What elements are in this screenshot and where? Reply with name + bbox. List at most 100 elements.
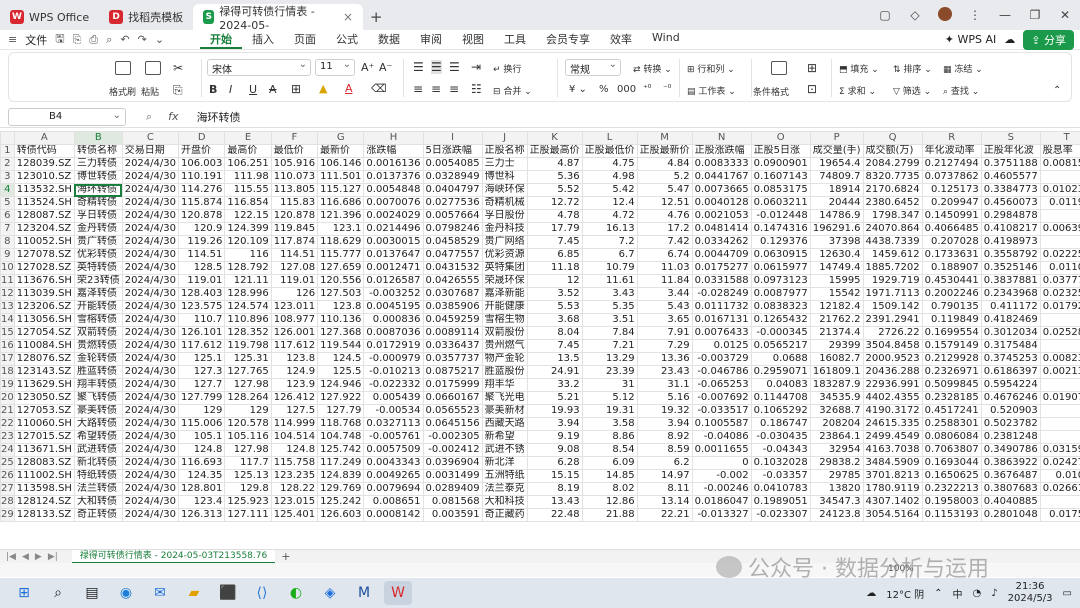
cell[interactable]: -0.046786 <box>691 365 752 379</box>
cell[interactable]: 2024/4/30 <box>121 235 179 249</box>
cell[interactable]: 交易日期 <box>121 144 179 158</box>
cell[interactable]: 0 <box>1039 313 1080 327</box>
cell[interactable]: 8.19 <box>526 482 583 496</box>
cell[interactable]: 2380.6452 <box>862 196 923 210</box>
cell[interactable]: 0.4066485 <box>921 222 982 236</box>
cell[interactable]: 0.1989051 <box>750 495 811 509</box>
cell[interactable]: 114.276 <box>177 183 226 197</box>
cell[interactable]: 0.3525146 <box>980 261 1041 275</box>
notification-icon[interactable]: ▭ <box>1063 588 1072 599</box>
cell[interactable]: 0.0175277 <box>691 261 752 275</box>
currency-icon[interactable]: ¥ ⌄ <box>569 84 587 95</box>
cell[interactable]: 4438.7339 <box>862 235 923 249</box>
cell[interactable]: 24070.864 <box>862 222 923 236</box>
cell[interactable]: 4.98 <box>581 170 638 184</box>
cell[interactable]: 32954 <box>809 443 864 457</box>
cell[interactable]: 33.2 <box>526 378 583 392</box>
format-painter-icon[interactable] <box>115 61 131 75</box>
cell[interactable]: 22936.991 <box>862 378 923 392</box>
cell[interactable]: 贵州燃气 <box>481 339 528 353</box>
ribbon-tab[interactable]: 公式 <box>326 31 368 49</box>
cell[interactable]: 0.2326971 <box>921 365 982 379</box>
cell[interactable]: 7.84 <box>581 326 638 340</box>
cell[interactable]: 208204 <box>809 417 864 431</box>
cell[interactable]: 0.024273 <box>1039 456 1080 470</box>
cell[interactable]: 110060.SH <box>13 417 75 431</box>
cell[interactable]: 0.3490786 <box>980 443 1041 457</box>
cell[interactable]: 0.2959071 <box>750 365 811 379</box>
cell[interactable]: 24123.8 <box>809 508 864 522</box>
cell[interactable]: 0.0044709 <box>691 248 752 262</box>
cell[interactable]: 0.1450991 <box>921 209 982 223</box>
merge-button[interactable]: ⊟ 合并 ⌄ <box>493 84 532 97</box>
cell[interactable]: 125.31 <box>224 352 272 366</box>
cell[interactable]: 0.4605577 <box>980 170 1041 184</box>
print-icon[interactable]: ⎙ <box>89 33 98 47</box>
cell[interactable]: 126.412 <box>270 391 319 405</box>
ribbon-tab[interactable]: 页面 <box>284 31 326 49</box>
cell[interactable]: 0.3558792 <box>980 248 1041 262</box>
cell[interactable]: 0.1153193 <box>921 508 982 522</box>
row-header[interactable]: 23 <box>0 430 15 444</box>
cell[interactable]: 荣23转债 <box>73 274 123 288</box>
cell[interactable]: 127.368 <box>317 326 365 340</box>
column-header[interactable]: G <box>317 131 365 145</box>
cell[interactable]: 123.4 <box>177 495 226 509</box>
select-all-corner[interactable] <box>0 131 15 145</box>
cell[interactable]: 雪榕转债 <box>73 313 123 327</box>
cell[interactable]: 金丹科技 <box>481 222 528 236</box>
cell[interactable]: 117.7 <box>224 456 272 470</box>
cell[interactable]: 13.5 <box>526 352 583 366</box>
cell[interactable]: 4307.1402 <box>862 495 923 509</box>
cell[interactable]: 126 <box>270 287 319 301</box>
cell[interactable]: 0.2984878 <box>980 209 1041 223</box>
cell[interactable]: 4402.4355 <box>862 391 923 405</box>
cell[interactable]: 2024/4/30 <box>121 287 179 301</box>
cell[interactable]: 106.003 <box>177 157 226 171</box>
cell[interactable]: 116.693 <box>177 456 226 470</box>
cell[interactable]: 0 <box>1039 170 1080 184</box>
cell[interactable]: 0.5099845 <box>921 378 982 392</box>
ribbon-tab[interactable]: 效率 <box>600 31 642 49</box>
cell[interactable]: 2024/4/30 <box>121 274 179 288</box>
cell[interactable]: 0 <box>1039 209 1080 223</box>
fill-button[interactable]: ⬒ 填充 ⌄ <box>839 62 879 75</box>
cell[interactable]: 0.1144708 <box>750 391 811 405</box>
cell[interactable]: 120.878 <box>270 209 319 223</box>
cell[interactable]: 29785 <box>809 469 864 483</box>
cell[interactable]: 29838.2 <box>809 456 864 470</box>
cell[interactable]: 21.88 <box>581 508 638 522</box>
cell[interactable]: 大和转债 <box>73 495 123 509</box>
cell[interactable]: 32688.7 <box>809 404 864 418</box>
cell[interactable]: 0.017923 <box>1039 300 1080 314</box>
cell[interactable]: 23.39 <box>581 365 638 379</box>
cell[interactable]: 127.659 <box>317 261 365 275</box>
cell[interactable]: 127078.SZ <box>13 248 75 262</box>
cell[interactable]: 0.3751188 <box>980 157 1041 171</box>
name-box[interactable]: B4 ⌄ <box>8 107 126 126</box>
cell[interactable]: 124.399 <box>224 222 272 236</box>
cell[interactable]: 贵燃转债 <box>73 339 123 353</box>
cell[interactable]: -0.00534 <box>363 404 424 418</box>
search-icon[interactable]: ⌕ <box>44 581 72 605</box>
cell[interactable]: 6.09 <box>581 456 638 470</box>
font-size-select[interactable]: 11 <box>315 59 355 76</box>
cell[interactable]: 荣晟环保 <box>481 274 528 288</box>
cell[interactable]: 105.916 <box>270 157 319 171</box>
cell[interactable]: 113598.SH <box>13 482 75 496</box>
cell[interactable]: 128124.SZ <box>13 495 75 509</box>
cell[interactable]: 0.2127494 <box>921 157 982 171</box>
save-icon[interactable]: 🖫 <box>55 30 64 49</box>
cell[interactable]: 0 <box>691 456 752 470</box>
cell[interactable]: 128076.SZ <box>13 352 75 366</box>
cell[interactable]: 0.0186047 <box>691 495 752 509</box>
cell[interactable]: 孚日转债 <box>73 209 123 223</box>
align-bottom-icon[interactable]: ☰ <box>449 60 460 74</box>
cell[interactable]: 0.0083333 <box>691 157 752 171</box>
cell[interactable]: 1929.719 <box>862 274 923 288</box>
cell[interactable]: 124.8 <box>270 443 319 457</box>
cell[interactable]: 0.1733631 <box>921 248 982 262</box>
cell[interactable]: 123.015 <box>270 495 319 509</box>
cell[interactable]: 2024/4/30 <box>121 352 179 366</box>
ribbon-tab[interactable]: 视图 <box>452 31 494 49</box>
